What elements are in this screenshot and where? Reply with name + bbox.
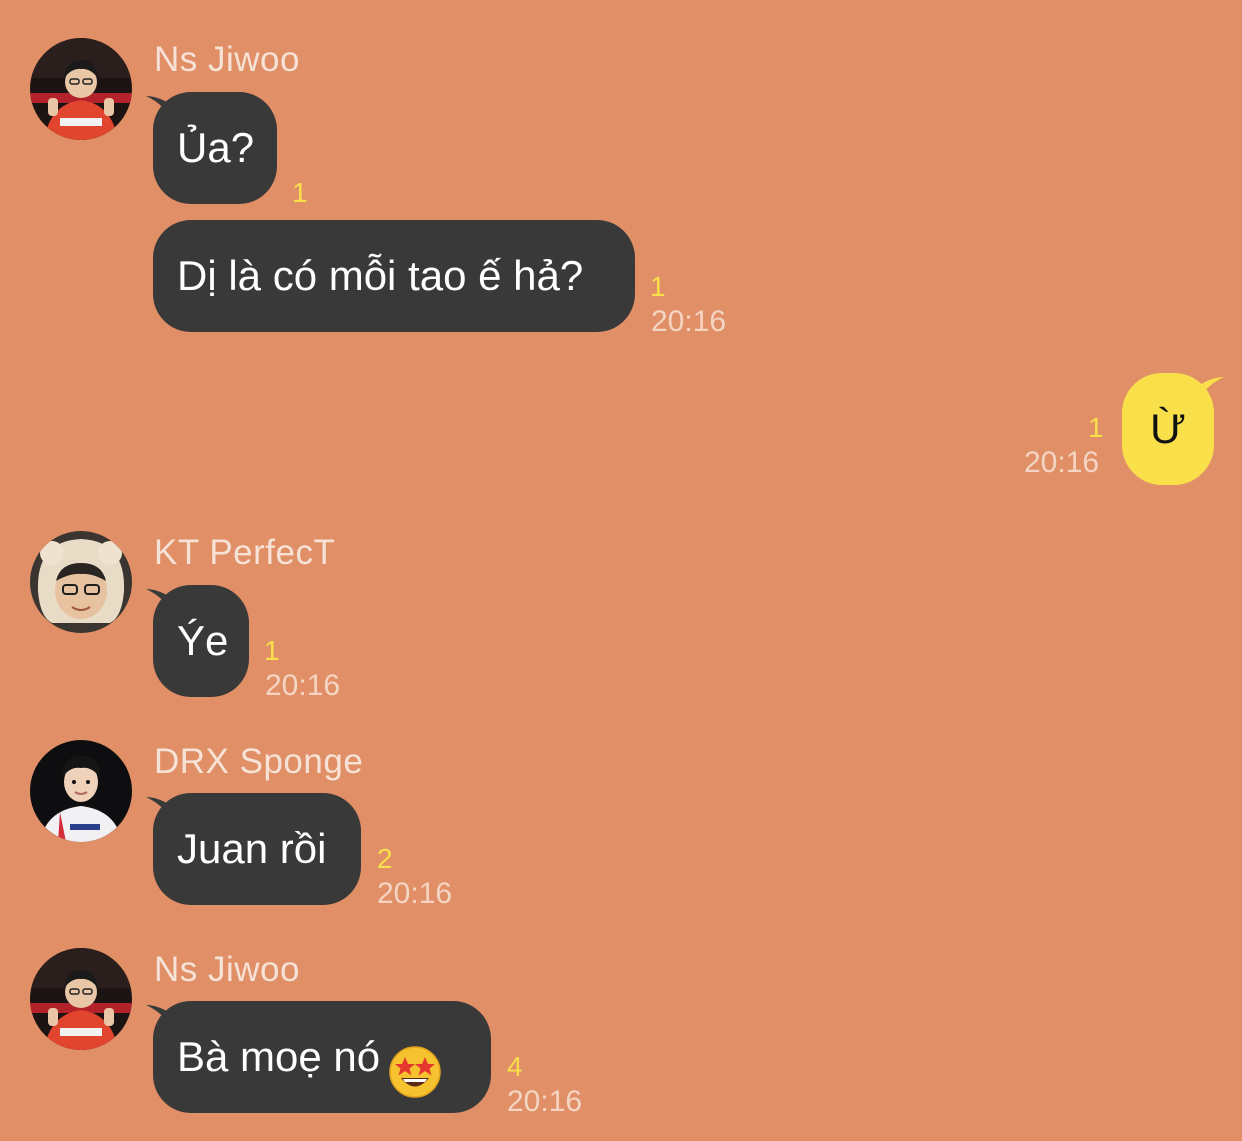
unread-count: 1 <box>1088 412 1104 443</box>
sponge-avatar[interactable] <box>30 740 132 842</box>
unread-count: 4 <box>507 1051 523 1082</box>
message-time: 20:16 <box>651 305 727 338</box>
message-text: Bà moẹ nó <box>177 1033 381 1080</box>
unread-count: 2 <box>377 843 393 874</box>
message-bubble[interactable]: Juan rồi <box>153 793 361 905</box>
unread-count: 1 <box>264 635 280 666</box>
message-bubble[interactable]: Ủa? <box>153 92 277 204</box>
sender-name: KT PerfecT <box>154 533 336 572</box>
message-time: 20:16 <box>377 877 453 910</box>
jiwoo-avatar[interactable] <box>30 38 132 140</box>
message-time: 20:16 <box>507 1085 583 1118</box>
sender-name: Ns Jiwoo <box>154 40 300 79</box>
message-bubble[interactable]: Ýe <box>153 585 249 697</box>
perfect-avatar[interactable] <box>30 531 132 633</box>
message-time: 20:16 <box>1024 446 1100 479</box>
message-bubble[interactable]: Dị là có mỗi tao ế hả? <box>153 220 635 332</box>
sender-name: Ns Jiwoo <box>154 950 300 989</box>
my-message-bubble[interactable]: Ừ <box>1122 373 1214 485</box>
star-struck-emoji-icon <box>388 1029 442 1098</box>
message-bubble[interactable]: Bà moẹ nó <box>153 1001 491 1113</box>
unread-count: 1 <box>650 271 666 302</box>
sender-name: DRX Sponge <box>154 742 364 781</box>
message-time: 20:16 <box>265 669 341 702</box>
unread-count: 1 <box>292 177 308 208</box>
jiwoo-avatar[interactable] <box>30 948 132 1050</box>
